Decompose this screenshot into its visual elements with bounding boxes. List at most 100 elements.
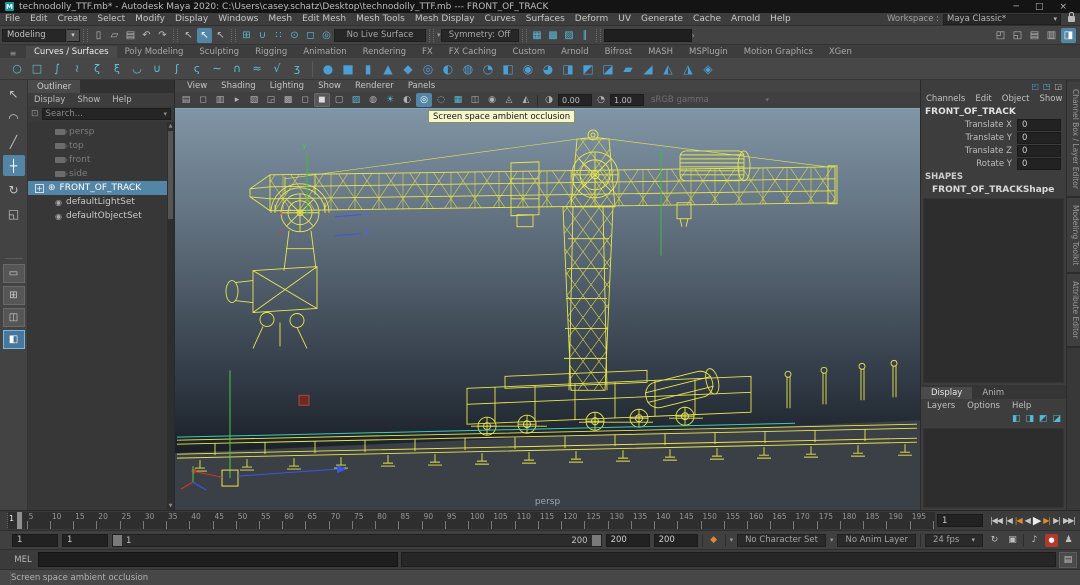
snap-to-curve-icon[interactable]: ∪: [255, 28, 270, 43]
nurbs-circle-icon[interactable]: ○: [8, 60, 26, 78]
exposure-field[interactable]: 0.00: [558, 94, 592, 106]
menu-deform[interactable]: Deform: [570, 14, 613, 24]
ep-curve-tool-icon[interactable]: ≀: [68, 60, 86, 78]
view-transform-select[interactable]: sRGB gamma ▾: [651, 95, 769, 105]
go-to-start-button[interactable]: |◀◀: [990, 516, 1002, 525]
shelf-tab-mash[interactable]: MASH: [640, 46, 681, 58]
menu-help[interactable]: Help: [765, 14, 796, 24]
layer-tab-display[interactable]: Display: [921, 387, 972, 399]
pencil-curve-tool-icon[interactable]: ξ: [108, 60, 126, 78]
humanik-toggle-icon[interactable]: ◱: [1010, 28, 1025, 43]
rotate-tool[interactable]: ↻: [3, 179, 25, 200]
render-current-frame-icon[interactable]: ▦: [530, 28, 545, 43]
animation-end-field[interactable]: 200: [654, 534, 698, 547]
menu-edit[interactable]: Edit: [25, 14, 52, 24]
cv-curve-tool-icon[interactable]: ∫: [48, 60, 66, 78]
shelf-tab-fx[interactable]: FX: [414, 46, 441, 58]
select-by-object-icon[interactable]: ↖: [197, 28, 212, 43]
pause-viewport-icon[interactable]: ∥: [578, 28, 593, 43]
shelf-menu-icon[interactable]: ≡: [0, 49, 26, 58]
menu-display[interactable]: Display: [170, 14, 213, 24]
menu-set-arrow-icon[interactable]: ▾: [67, 29, 80, 42]
shelf-tab-curves-surfaces[interactable]: Curves / Surfaces: [26, 46, 117, 58]
chevron-down-icon[interactable]: ▾: [730, 536, 734, 544]
viewport-scene[interactable]: Screen space ambient occlusion y z z x x…: [175, 108, 920, 510]
offset-curve-icon[interactable]: ≈: [248, 60, 266, 78]
platonic-solid-icon[interactable]: ◍: [459, 60, 477, 78]
sidebar-tab-channel-box-layer-editor[interactable]: Channel Box / Layer Editor: [1067, 82, 1080, 198]
step-back-frame-button[interactable]: |◀: [1005, 516, 1012, 525]
menu-uv[interactable]: UV: [613, 14, 636, 24]
separate-icon[interactable]: ◮: [679, 60, 697, 78]
menu-curves[interactable]: Curves: [480, 14, 521, 24]
current-frame-field[interactable]: 1: [937, 514, 983, 527]
tool-settings-toggle-icon[interactable]: ▥: [1044, 28, 1059, 43]
quick-input-field[interactable]: [604, 29, 692, 42]
play-forwards-button[interactable]: ▶: [1033, 514, 1040, 527]
gamma-icon[interactable]: ◔: [593, 93, 609, 107]
outliner-menu-help[interactable]: Help: [106, 95, 137, 105]
smooth-shade-all-icon[interactable]: ◼: [314, 93, 330, 107]
scroll-up-icon[interactable]: ▲: [167, 122, 174, 130]
channel-box-toggle-icon[interactable]: ◨: [1061, 28, 1076, 43]
shelf-tab-bifrost[interactable]: Bifrost: [597, 46, 640, 58]
image-plane-icon[interactable]: ▧: [246, 93, 262, 107]
new-scene-icon[interactable]: ▯: [91, 28, 106, 43]
channel-object-name[interactable]: FRONT_OF_TRACK: [921, 105, 1066, 118]
ultra-shape-icon[interactable]: ◪: [599, 60, 617, 78]
step-back-key-button[interactable]: |◀: [1015, 516, 1022, 525]
textured-icon[interactable]: ▨: [348, 93, 364, 107]
menu-set-select[interactable]: Modeling: [2, 29, 66, 42]
status-group-divider[interactable]: [522, 29, 527, 42]
combine-icon[interactable]: ◭: [659, 60, 677, 78]
lock-camera-icon[interactable]: ◻: [195, 93, 211, 107]
menu-arnold[interactable]: Arnold: [726, 14, 765, 24]
outliner-title-tab[interactable]: Outliner: [28, 80, 80, 93]
menu-windows[interactable]: Windows: [213, 14, 263, 24]
select-by-component-icon[interactable]: ↖: [213, 28, 228, 43]
shelf-tab-sculpting[interactable]: Sculpting: [191, 46, 247, 58]
menu-generate[interactable]: Generate: [636, 14, 688, 24]
outliner-item-front-of-track[interactable]: +⊕FRONT_OF_TRACK: [28, 181, 174, 195]
playback-loop-icon[interactable]: ↻: [987, 535, 1002, 545]
sidebar-tab-attribute-editor[interactable]: Attribute Editor: [1067, 274, 1080, 348]
chevron-right-icon[interactable]: ›: [692, 31, 695, 40]
viewport-menu-view[interactable]: View: [180, 81, 214, 91]
extend-curve-icon[interactable]: ∩: [228, 60, 246, 78]
make-live-icon[interactable]: ◎: [319, 28, 334, 43]
channel-box-menu-show[interactable]: Show: [1034, 94, 1067, 104]
channel-value-field[interactable]: 0: [1017, 132, 1061, 144]
workspace-lock-icon[interactable]: [1068, 16, 1075, 22]
polygon-cone-icon[interactable]: ▲: [379, 60, 397, 78]
outliner-search-input[interactable]: Search... ▾: [42, 108, 171, 120]
status-group-divider[interactable]: [173, 29, 178, 42]
viewport-menu-panels[interactable]: Panels: [401, 81, 442, 91]
undo-icon[interactable]: ↶: [139, 28, 154, 43]
detach-curves-icon[interactable]: ς: [188, 60, 206, 78]
isolate-select-icon[interactable]: ◉: [484, 93, 500, 107]
snap-to-projected-center-icon[interactable]: ⊙: [287, 28, 302, 43]
oversampling-icon[interactable]: ▩: [280, 93, 296, 107]
shelf-tab-animation[interactable]: Animation: [295, 46, 354, 58]
polygon-pipe-icon[interactable]: ◔: [479, 60, 497, 78]
polygon-cylinder-icon[interactable]: ▮: [359, 60, 377, 78]
layer-new-from-selected-icon[interactable]: ◨: [1025, 414, 1034, 424]
spherical-harmonics-icon[interactable]: ◩: [579, 60, 597, 78]
sidebar-tab-modeling-toolkit[interactable]: Modeling Toolkit: [1067, 198, 1080, 274]
lasso-tool[interactable]: ◠: [3, 107, 25, 128]
status-group-divider[interactable]: [231, 29, 236, 42]
outliner-scrollbar[interactable]: ▲ ▼: [167, 122, 174, 510]
range-bar[interactable]: 1 200: [112, 534, 602, 547]
set-key-icon[interactable]: ◆: [707, 535, 721, 545]
play-backwards-button[interactable]: ◀: [1025, 516, 1030, 525]
menu-mesh[interactable]: Mesh: [263, 14, 297, 24]
booleans-difference-icon[interactable]: ◢: [639, 60, 657, 78]
channel-box-menu-edit[interactable]: Edit: [970, 94, 996, 104]
expand-icon[interactable]: +: [35, 184, 44, 193]
motion-blur-icon[interactable]: ◌: [433, 93, 449, 107]
menu-surfaces[interactable]: Surfaces: [521, 14, 570, 24]
redo-icon[interactable]: ↷: [155, 28, 170, 43]
command-input[interactable]: [38, 552, 398, 567]
status-group-divider[interactable]: [596, 29, 601, 42]
channel-box-menu-channels[interactable]: Channels: [921, 94, 970, 104]
